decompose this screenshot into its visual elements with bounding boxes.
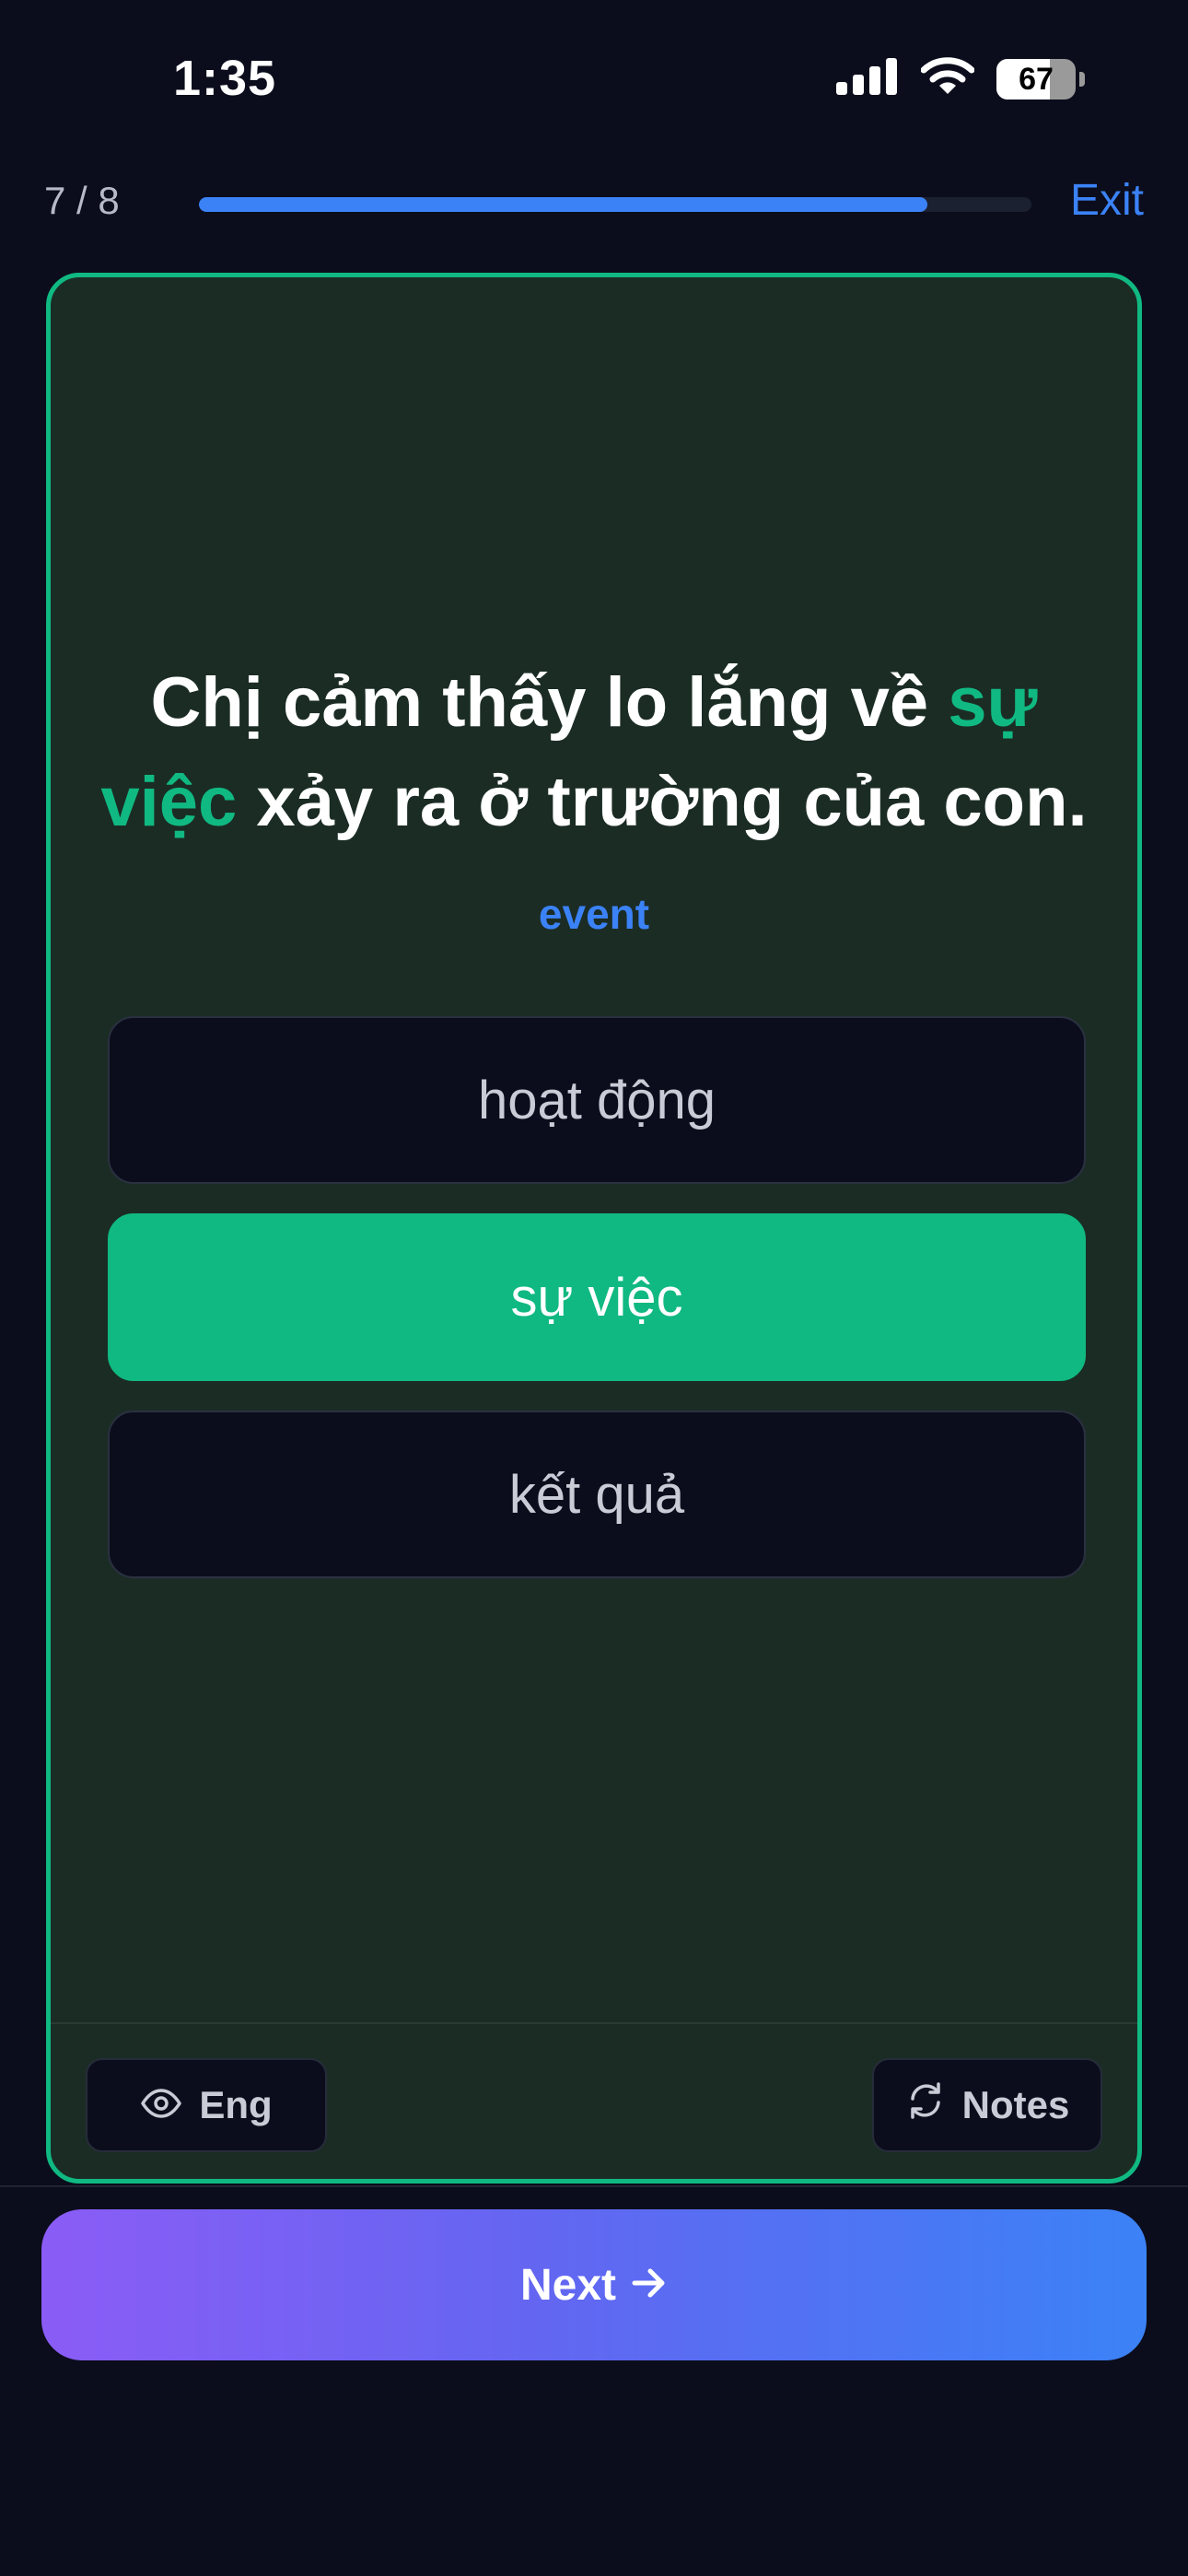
progress-fill	[199, 197, 927, 212]
next-button[interactable]: Next	[41, 2209, 1147, 2360]
translation-hint: event	[538, 890, 650, 938]
sentence-before: Chị cảm thấy lo lắng về	[150, 663, 949, 742]
battery-icon: 67	[996, 58, 1085, 100]
status-time: 1:35	[173, 51, 277, 106]
option-su-viec[interactable]: sự việc	[108, 1213, 1086, 1381]
exit-button[interactable]: Exit	[1070, 175, 1144, 226]
progress-count: 7 / 8	[44, 179, 120, 222]
next-label: Next	[519, 2260, 617, 2310]
eng-label: Eng	[199, 2083, 273, 2126]
eng-toggle-button[interactable]: Eng	[86, 2058, 327, 2152]
notes-button[interactable]: Notes	[872, 2058, 1102, 2152]
battery-level: 67	[1019, 61, 1054, 97]
progress-bar	[199, 197, 1031, 212]
question-card: Chị cảm thấy lo lắng về sự việc xảy ra ở…	[46, 273, 1142, 2184]
notes-label: Notes	[961, 2083, 1070, 2126]
option-ket-qua[interactable]: kết quả	[108, 1411, 1086, 1578]
status-icons: 67	[836, 57, 1085, 100]
status-bar: 1:35 67	[0, 0, 1188, 157]
refresh-icon	[905, 2080, 946, 2130]
sentence-after: xảy ra ở trường của con.	[237, 763, 1088, 841]
answer-options: hoạt động sự việc kết quả	[108, 1016, 1086, 1608]
wifi-icon	[920, 57, 975, 100]
eye-icon	[140, 2083, 182, 2127]
arrow-right-icon	[631, 2260, 668, 2311]
progress-header: 7 / 8 Exit	[0, 171, 1188, 232]
question-sentence: Chị cảm thấy lo lắng về sự việc xảy ra ở…	[87, 653, 1101, 852]
page-divider	[0, 2185, 1188, 2187]
option-hoat-dong[interactable]: hoạt động	[108, 1016, 1086, 1184]
card-divider	[51, 2022, 1137, 2024]
signal-icon	[836, 58, 899, 100]
